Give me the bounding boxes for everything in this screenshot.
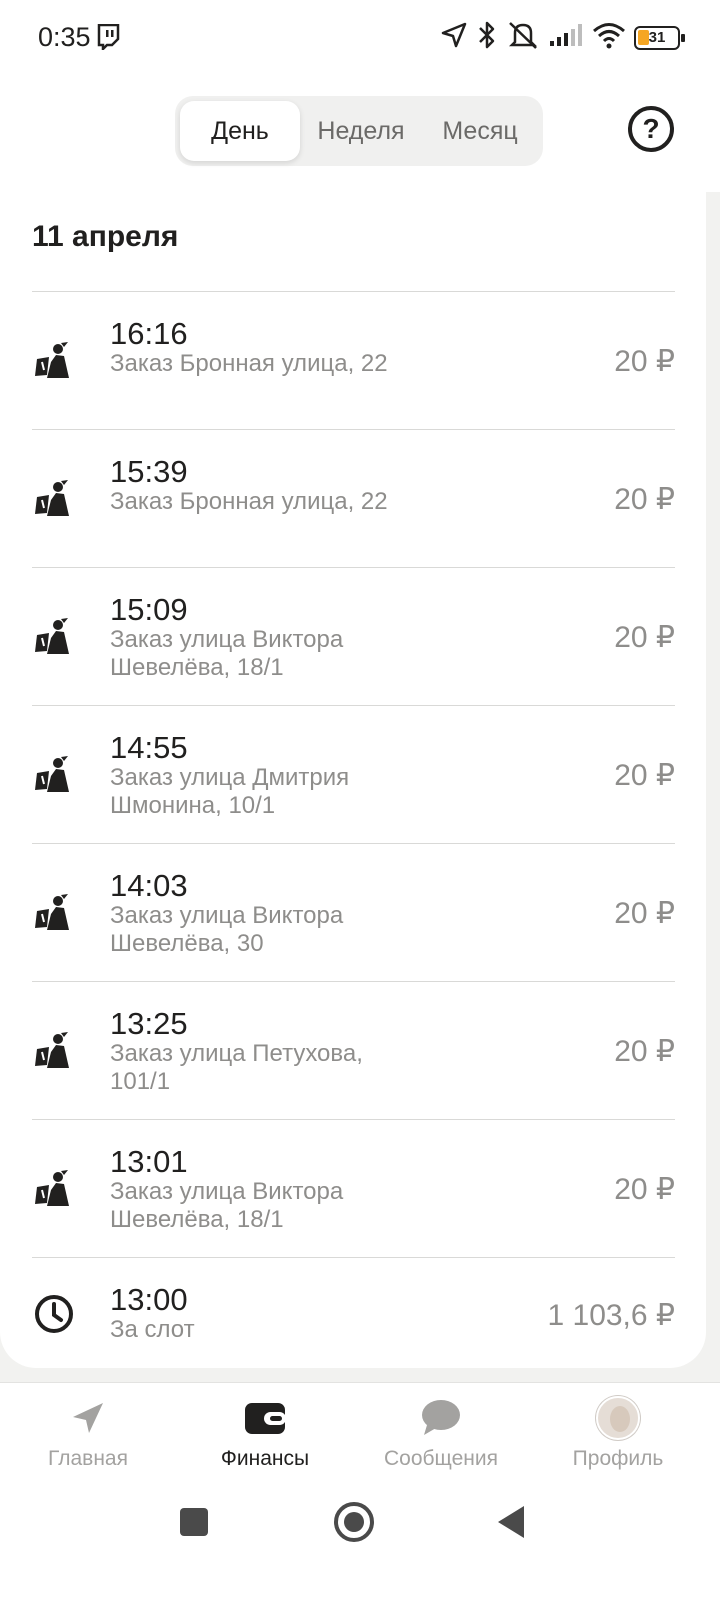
signal-icon <box>548 22 584 53</box>
battery-icon: 31 <box>634 25 685 50</box>
transaction-amount: 20 ₽ <box>614 483 675 516</box>
list-item[interactable]: 13:00 За слот 1 103,6 ₽ <box>32 1257 675 1395</box>
transaction-amount: 20 ₽ <box>614 621 675 654</box>
question-mark-icon: ? <box>642 113 660 144</box>
courier-icon <box>34 892 74 932</box>
transaction-amount: 20 ₽ <box>614 345 675 378</box>
transaction-time: 16:16 <box>110 316 188 351</box>
bottom-nav: Главная Финансы Сообщения Профиль <box>0 1382 720 1478</box>
courier-icon <box>34 1168 74 1208</box>
avatar <box>596 1396 640 1440</box>
courier-icon <box>34 478 74 518</box>
list-item[interactable]: 15:39 Заказ Бронная улица, 22 20 ₽ <box>32 429 675 567</box>
status-icons: 31 <box>440 20 685 55</box>
transaction-amount: 20 ₽ <box>614 759 675 792</box>
nav-item-finance[interactable]: Финансы <box>177 1397 353 1471</box>
bluetooth-icon <box>476 20 498 55</box>
transaction-time: 13:00 <box>110 1282 188 1317</box>
list-item[interactable]: 13:01 Заказ улица Виктора Шевелёва, 18/1… <box>32 1119 675 1257</box>
mute-icon <box>506 20 540 55</box>
nav-item-profile[interactable]: Профиль <box>530 1396 706 1471</box>
tab-month[interactable]: Месяц <box>422 101 538 161</box>
nav-item-messages[interactable]: Сообщения <box>353 1397 529 1471</box>
status-bar: 0:35 31 <box>0 0 720 80</box>
list-item[interactable]: 16:16 Заказ Бронная улица, 22 20 ₽ <box>32 291 675 429</box>
wallet-icon <box>177 1397 353 1439</box>
transaction-amount: 1 103,6 ₽ <box>547 1299 675 1332</box>
courier-icon <box>34 616 74 656</box>
nav-label: Сообщения <box>384 1447 498 1470</box>
transaction-description: Заказ улица Виктора Шевелёва, 30 <box>110 902 344 957</box>
transaction-description: Заказ улица Дмитрия Шмонина, 10/1 <box>110 764 350 819</box>
header: День Неделя Месяц ? <box>0 80 720 192</box>
transaction-description: Заказ Бронная улица, 22 <box>110 350 388 377</box>
nav-label: Профиль <box>572 1447 664 1470</box>
nav-label: Главная <box>48 1447 128 1470</box>
transaction-description: За слот <box>110 1316 195 1343</box>
transaction-description: Заказ улица Петухова, 101/1 <box>110 1040 363 1095</box>
transaction-time: 15:09 <box>110 592 188 627</box>
location-arrow-icon <box>440 21 468 54</box>
courier-icon <box>34 1030 74 1070</box>
back-button[interactable] <box>498 1506 524 1538</box>
wifi-icon <box>592 21 626 54</box>
clock-icon <box>34 1294 74 1334</box>
status-time: 0:35 <box>38 22 91 52</box>
transaction-time: 14:55 <box>110 730 188 765</box>
transaction-amount: 20 ₽ <box>614 1035 675 1068</box>
date-title: 11 апреля <box>32 220 179 253</box>
list-item[interactable]: 14:03 Заказ улица Виктора Шевелёва, 30 2… <box>32 843 675 981</box>
transaction-time: 14:03 <box>110 868 188 903</box>
battery-level: 31 <box>648 29 666 46</box>
courier-icon <box>34 754 74 794</box>
help-button[interactable]: ? <box>628 106 674 152</box>
navigation-arrow-icon <box>0 1397 176 1439</box>
tab-week[interactable]: Неделя <box>300 101 422 161</box>
tab-day[interactable]: День <box>180 101 300 161</box>
recent-apps-button[interactable] <box>180 1508 208 1536</box>
transaction-description: Заказ улица Виктора Шевелёва, 18/1 <box>110 626 344 681</box>
transaction-amount: 20 ₽ <box>614 897 675 930</box>
transaction-time: 13:25 <box>110 1006 188 1041</box>
transaction-description: Заказ Бронная улица, 22 <box>110 488 388 515</box>
list-item[interactable]: 14:55 Заказ улица Дмитрия Шмонина, 10/1 … <box>32 705 675 843</box>
nav-item-main[interactable]: Главная <box>0 1397 176 1471</box>
twitch-icon <box>96 23 120 55</box>
courier-icon <box>34 340 74 380</box>
nav-label: Финансы <box>220 1447 310 1470</box>
transaction-time: 15:39 <box>110 454 188 489</box>
transaction-description: Заказ улица Виктора Шевелёва, 18/1 <box>110 1178 344 1233</box>
transaction-time: 13:01 <box>110 1144 188 1179</box>
transactions-list: 16:16 Заказ Бронная улица, 22 20 ₽ 15:39… <box>32 291 675 1395</box>
list-item[interactable]: 13:25 Заказ улица Петухова, 101/1 20 ₽ <box>32 981 675 1119</box>
period-switcher: День Неделя Месяц <box>175 96 543 166</box>
home-button[interactable] <box>334 1502 374 1542</box>
list-item[interactable]: 15:09 Заказ улица Виктора Шевелёва, 18/1… <box>32 567 675 705</box>
chat-bubble-icon <box>353 1397 529 1439</box>
transaction-amount: 20 ₽ <box>614 1173 675 1206</box>
system-nav-bar <box>0 1478 720 1600</box>
